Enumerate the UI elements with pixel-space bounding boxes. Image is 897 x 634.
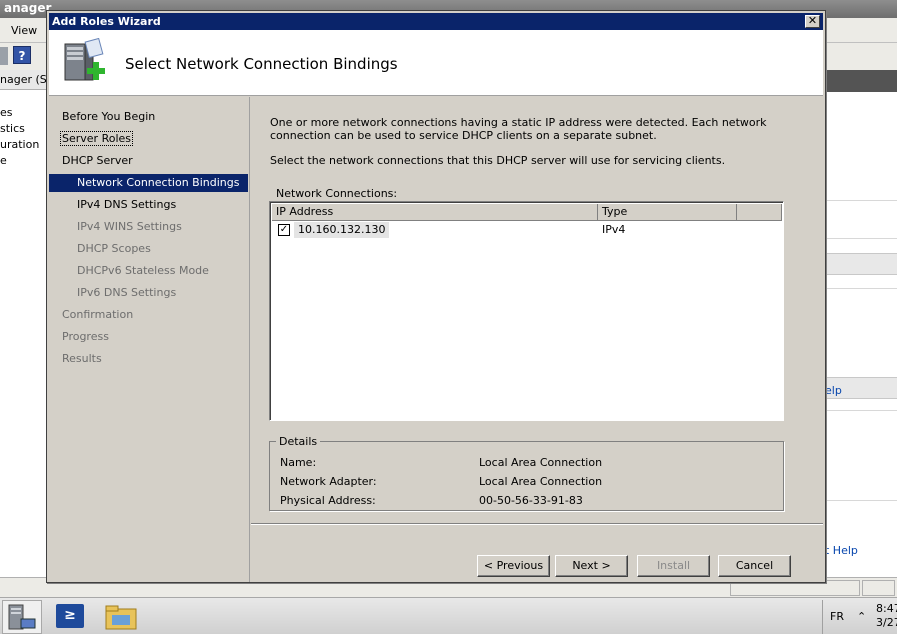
details-group: Details Name: Local Area Connection Netw… <box>269 435 784 511</box>
nav-dhcp-server[interactable]: DHCP Server <box>49 152 248 170</box>
column-ip-address[interactable]: IP Address <box>272 204 598 221</box>
column-empty <box>737 204 782 221</box>
nav-label: Progress <box>62 330 109 343</box>
install-button: Install <box>637 555 710 577</box>
wizard-nav: Before You Begin Server Roles DHCP Serve… <box>49 97 250 582</box>
dialog-title: Add Roles Wizard <box>52 15 161 28</box>
details-legend: Details <box>276 435 321 448</box>
next-button[interactable]: Next > <box>555 555 628 577</box>
detail-value-mac: 00-50-56-33-91-83 <box>479 494 583 507</box>
actions-header <box>825 70 897 92</box>
nav-label: Before You Begin <box>62 110 156 123</box>
divider <box>825 410 897 411</box>
actions-band <box>825 253 897 275</box>
nav-dhcpv6-stateless-mode: DHCPv6 Stateless Mode <box>49 262 248 280</box>
nav-network-connection-bindings[interactable]: Network Connection Bindings <box>49 174 248 192</box>
type-cell: IPv4 <box>602 223 626 236</box>
divider <box>825 288 897 289</box>
detail-label-mac: Physical Address: <box>280 494 376 507</box>
nav-label: Confirmation <box>62 308 134 321</box>
help-link[interactable]: elp <box>825 384 842 397</box>
wizard-content: One or more network connections having a… <box>251 97 823 582</box>
powershell-icon[interactable]: ≥ <box>56 604 84 628</box>
nav-label: IPv4 DNS Settings <box>77 198 177 211</box>
tree-item[interactable]: e <box>0 154 7 167</box>
nav-results: Results <box>49 350 248 368</box>
nav-before-you-begin[interactable]: Before You Begin <box>49 108 248 126</box>
status-segment <box>862 580 895 596</box>
detail-value-name: Local Area Connection <box>479 456 603 469</box>
nav-label: IPv6 DNS Settings <box>77 286 177 299</box>
toolbar-button[interactable] <box>0 47 8 65</box>
divider <box>825 500 897 501</box>
network-connections-list[interactable]: IP Address Type ✓ 10.160.132.130 IPv4 <box>269 201 784 421</box>
nav-confirmation: Confirmation <box>49 306 248 324</box>
tree-item[interactable]: uration <box>0 138 39 151</box>
wizard-header: Select Network Connection Bindings <box>49 30 823 96</box>
nav-dhcp-scopes: DHCP Scopes <box>49 240 248 258</box>
clock[interactable]: 8:47 3/27/ <box>876 602 897 630</box>
intro-text: One or more network connections having a… <box>270 116 767 142</box>
tree-item[interactable]: stics <box>0 122 25 135</box>
divider <box>825 200 897 201</box>
nav-label: Results <box>62 352 102 365</box>
language-indicator[interactable]: FR <box>830 610 844 623</box>
cancel-button[interactable]: Cancel <box>718 555 791 577</box>
detail-label-name: Name: <box>280 456 317 469</box>
nav-server-roles[interactable]: Server Roles <box>49 130 248 148</box>
tray-divider <box>822 600 823 634</box>
previous-button[interactable]: < Previous <box>477 555 550 577</box>
tree-header: nager (SE <box>0 70 47 90</box>
nav-progress: Progress <box>49 328 248 346</box>
clock-time: 8:47 <box>876 602 897 615</box>
close-icon[interactable]: ✕ <box>805 15 820 28</box>
server-add-icon <box>64 38 105 81</box>
dialog-titlebar[interactable]: Add Roles Wizard ✕ <box>49 13 823 30</box>
ip-address-cell: 10.160.132.130 <box>294 222 390 238</box>
select-text: Select the network connections that this… <box>270 154 726 167</box>
column-type[interactable]: Type <box>598 204 737 221</box>
list-header: IP Address Type <box>272 204 782 221</box>
server-manager-taskbar-button[interactable] <box>2 600 42 634</box>
nav-label: Network Connection Bindings <box>77 176 240 189</box>
nav-ipv4-dns-settings[interactable]: IPv4 DNS Settings <box>49 196 248 214</box>
connection-checkbox[interactable]: ✓ <box>278 224 290 236</box>
nav-label: Server Roles <box>60 131 134 146</box>
nav-ipv6-dns-settings: IPv6 DNS Settings <box>49 284 248 302</box>
divider <box>825 238 897 239</box>
network-connections-label: Network Connections: <box>276 187 398 200</box>
nav-label: DHCP Scopes <box>77 242 151 255</box>
detail-label-adapter: Network Adapter: <box>280 475 377 488</box>
background-actions-pane <box>825 70 897 600</box>
tray-expand-icon[interactable]: ⌃ <box>857 610 866 623</box>
help-icon[interactable]: ? <box>13 46 31 64</box>
button-separator <box>251 523 823 525</box>
server-manager-icon <box>8 604 36 630</box>
clock-date: 3/27/ <box>876 616 897 629</box>
nav-ipv4-wins-settings: IPv4 WINS Settings <box>49 218 248 236</box>
menu-view[interactable]: View <box>11 24 37 37</box>
nav-label: DHCP Server <box>62 154 133 167</box>
add-roles-wizard-dialog: Add Roles Wizard ✕ Select Network Connec… <box>46 10 826 583</box>
help-link[interactable]: t Help <box>825 544 858 557</box>
tree-item[interactable]: es <box>0 106 13 119</box>
nav-label: DHCPv6 Stateless Mode <box>77 264 209 277</box>
explorer-folder-icon[interactable] <box>104 603 138 631</box>
detail-value-adapter: Local Area Connection <box>479 475 603 488</box>
nav-label: IPv4 WINS Settings <box>77 220 182 233</box>
page-title: Select Network Connection Bindings <box>125 55 398 73</box>
